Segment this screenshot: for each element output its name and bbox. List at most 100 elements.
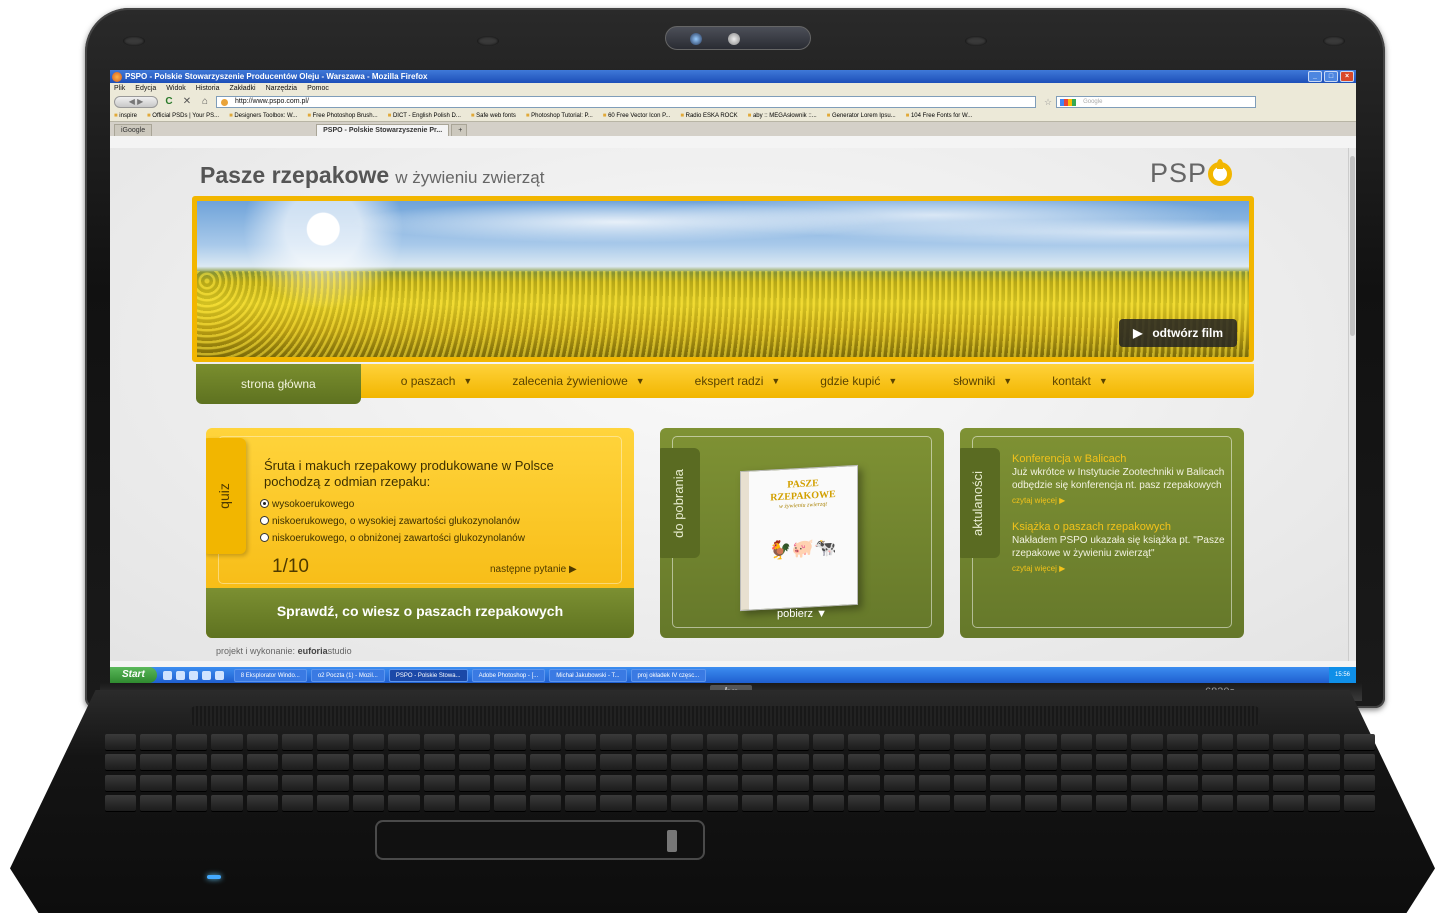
bookmark-item[interactable]: aby :: MEGAsłownik ::... — [748, 113, 817, 119]
menu-tools[interactable]: Narzędzia — [266, 85, 298, 92]
touchpad-scroll-strip[interactable] — [667, 830, 677, 852]
bookmark-item[interactable]: Photoshop Tutorial: P... — [526, 113, 593, 119]
nav-zalecenia[interactable]: zalecenia żywieniowe ▼ — [492, 374, 664, 388]
menu-view[interactable]: Widok — [166, 85, 185, 92]
bookmark-item[interactable]: Generator Lorem Ipsu... — [827, 113, 896, 119]
caret-down-icon: ▼ — [635, 376, 645, 386]
news-card: aktulaności Konferencja w Balicach Już w… — [960, 428, 1244, 638]
menu-file[interactable]: Plik — [114, 85, 125, 92]
bookmark-item[interactable]: 104 Free Fonts for W... — [906, 113, 972, 119]
radio-icon[interactable] — [260, 533, 269, 542]
keyboard-key — [281, 734, 314, 750]
menu-edit[interactable]: Edycja — [135, 85, 156, 92]
url-input[interactable]: http://www.pspo.com.pl/ — [216, 96, 1036, 108]
taskbar-item[interactable]: 8 Eksplorator Windo... — [233, 668, 307, 682]
book-cover[interactable]: PASZE RZEPAKOWE w żywieniu zwierząt 🐓🐖🐄 — [740, 464, 858, 612]
download-link[interactable]: pobierz ▼ — [660, 608, 944, 620]
next-question-label: następne pytanie — [490, 564, 567, 575]
menu-bookmarks[interactable]: Zakładki — [229, 85, 255, 92]
bookmark-item[interactable]: inspire — [114, 113, 137, 119]
menu-help[interactable]: Pomoc — [307, 85, 329, 92]
pspo-logo[interactable]: PSP — [1150, 158, 1233, 189]
quiz-option[interactable]: niskoerukowego, o obniżonej zawartości g… — [260, 530, 525, 547]
keyboard-key — [1272, 774, 1305, 791]
taskbar-item[interactable]: Adobe Photoshop - [... — [471, 668, 546, 682]
read-more-link[interactable]: czytaj więcej ▶ — [1012, 562, 1234, 575]
nav-slowniki[interactable]: słowniki ▼ — [917, 374, 1032, 388]
nav-o-paszach[interactable]: o paszach ▼ — [361, 374, 493, 388]
taskbar-item-active[interactable]: PSPO - Polskie Stowa... — [388, 668, 468, 682]
quiz-option[interactable]: wysokoerukowego — [260, 496, 525, 513]
bookmark-item[interactable]: Radio ESKA ROCK — [680, 113, 738, 119]
taskbar-item[interactable]: Michał Jakubowski - T... — [549, 668, 627, 682]
news-item-title[interactable]: Konferencja w Balicach — [1012, 453, 1234, 466]
keyboard-key — [281, 774, 314, 791]
radio-icon[interactable] — [260, 516, 269, 525]
quick-launch-icon[interactable] — [201, 670, 211, 680]
read-more-link[interactable]: czytaj więcej ▶ — [1012, 494, 1234, 507]
play-label: odtwórz film — [1152, 326, 1223, 340]
reload-icon[interactable]: C — [162, 96, 176, 108]
credits-agency-suffix[interactable]: studio — [328, 646, 352, 656]
system-clock[interactable]: 15:56 — [1328, 667, 1356, 683]
main-navigation: strona główna o paszach ▼ zalecenia żywie… — [196, 364, 1254, 404]
taskbar-item[interactable]: proj okładek IV częsc... — [630, 668, 707, 682]
oil-drop-icon — [1208, 158, 1233, 186]
keyboard-key — [989, 734, 1022, 750]
keyboard-key — [706, 774, 738, 791]
bookmark-item[interactable]: Free Photoshop Brush... — [307, 113, 378, 119]
credits-agency-bold[interactable]: euforia — [298, 646, 328, 656]
tab-pspo[interactable]: PSPO - Polskie Stowarzyszenie Pr... — [316, 124, 450, 136]
nav-kontakt[interactable]: kontakt ▼ — [1032, 374, 1128, 388]
search-input[interactable]: Google — [1056, 96, 1257, 108]
taskbar-item[interactable]: o2 Poczta (1) - Mozil... — [310, 668, 385, 682]
keyboard-key — [671, 774, 703, 791]
quiz-option[interactable]: niskoerukowego, o wysokiej zawartości gl… — [260, 513, 525, 530]
nav-ekspert[interactable]: ekspert radzi ▼ — [665, 374, 801, 388]
keyboard-key — [989, 774, 1022, 791]
quick-launch-icon[interactable] — [175, 670, 185, 680]
quick-launch-icon[interactable] — [188, 670, 198, 680]
keyboard-key — [246, 794, 278, 811]
keyboard-key — [600, 794, 632, 811]
nav-gdzie-kupic[interactable]: gdzie kupić ▼ — [800, 374, 917, 388]
bookmark-item[interactable]: Safe web fonts — [471, 113, 516, 119]
menu-history[interactable]: Historia — [196, 85, 220, 92]
quiz-option-label: niskoerukowego, o obniżonej zawartości g… — [272, 533, 525, 544]
keyboard-key — [742, 734, 774, 750]
bookmark-item[interactable]: Designers Toolbox: W... — [229, 113, 297, 119]
nav-home[interactable]: strona główna — [196, 364, 361, 404]
keyboard-key — [352, 734, 385, 750]
next-question-link[interactable]: następne pytanie ▶ — [490, 564, 577, 575]
new-tab-button[interactable]: + — [451, 124, 468, 136]
close-button[interactable]: × — [1340, 71, 1354, 82]
hero-banner: ▶ odtwórz film — [192, 196, 1254, 362]
bookmark-item[interactable]: Official PSDs | Your PS... — [147, 113, 219, 119]
tab-igoogle[interactable]: iGoogle — [114, 124, 153, 136]
news-item-title[interactable]: Książka o paszach rzepakowych — [1012, 521, 1234, 534]
touchpad[interactable] — [375, 820, 705, 860]
quick-launch-icon[interactable] — [214, 670, 224, 680]
stop-icon[interactable]: ✕ — [180, 96, 194, 108]
radio-checked-icon[interactable] — [260, 499, 269, 508]
maximize-button[interactable]: □ — [1324, 71, 1338, 82]
lid-bumper — [965, 36, 987, 46]
scrollbar-thumb[interactable] — [1350, 156, 1355, 336]
quick-launch-icon[interactable] — [162, 670, 172, 680]
keyboard-key — [883, 734, 915, 750]
download-tab: do pobrania — [660, 448, 700, 558]
start-button[interactable]: Start — [110, 667, 157, 683]
bookmark-star-icon[interactable]: ☆ — [1044, 97, 1052, 108]
home-icon[interactable]: ⌂ — [198, 96, 212, 108]
quiz-footer-button[interactable]: Sprawdź, co wiesz o paszach rzepakowych — [206, 588, 634, 638]
back-forward-buttons[interactable]: ◀ ▶ — [114, 96, 158, 108]
bookmark-item[interactable]: 60 Free Vector Icon P... — [603, 113, 670, 119]
keyboard-key — [494, 734, 526, 750]
minimize-button[interactable]: _ — [1308, 71, 1322, 82]
play-video-button[interactable]: ▶ odtwórz film — [1119, 319, 1237, 347]
bookmark-item[interactable]: DICT - English Polish D... — [388, 113, 461, 119]
keyboard-key — [635, 754, 668, 771]
keyboard-key — [352, 754, 385, 771]
webcam-lens-icon — [690, 33, 702, 45]
page-scrollbar[interactable] — [1348, 148, 1356, 661]
